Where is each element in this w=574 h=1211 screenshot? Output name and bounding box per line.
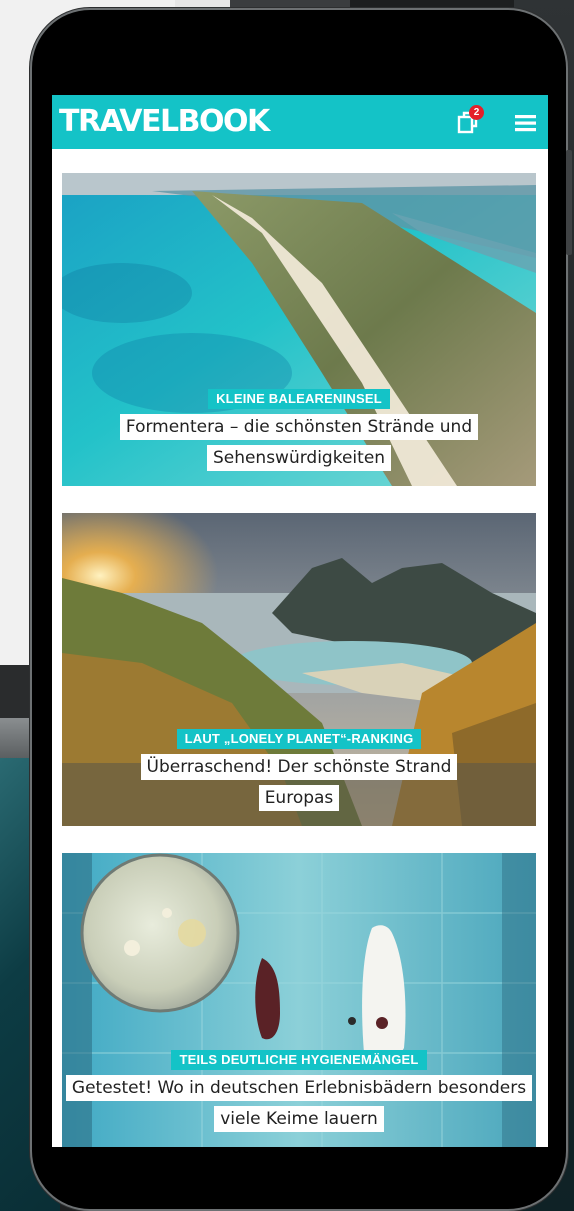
article-card[interactable]: KLEINE BALEARENINSEL Formentera – die sc… xyxy=(62,173,536,486)
notifications-button[interactable]: 2 xyxy=(456,105,484,137)
phone-side-button xyxy=(566,150,572,255)
article-card[interactable]: LAUT „LONELY PLANET“-RANKING Überraschen… xyxy=(62,513,536,826)
article-card[interactable]: TEILS DEUTLICHE HYGIENEMÄNGEL Getestet! … xyxy=(62,853,536,1147)
site-header: TRAVELBOOK 2 xyxy=(52,95,548,149)
article-caption: KLEINE BALEARENINSEL Formentera – die sc… xyxy=(62,388,536,474)
article-caption: LAUT „LONELY PLANET“-RANKING Überraschen… xyxy=(62,728,536,814)
menu-icon xyxy=(515,115,536,132)
article-title[interactable]: Überraschend! Der schönste Strand Europa… xyxy=(140,754,458,811)
article-title[interactable]: Getestet! Wo in deutschen Erlebnisbädern… xyxy=(65,1075,533,1132)
article-title[interactable]: Formentera – die schönsten Strände und S… xyxy=(119,414,479,471)
notification-badge: 2 xyxy=(469,105,484,120)
article-kicker: TEILS DEUTLICHE HYGIENEMÄNGEL xyxy=(171,1050,427,1070)
article-caption: TEILS DEUTLICHE HYGIENEMÄNGEL Getestet! … xyxy=(62,1049,536,1135)
article-kicker: KLEINE BALEARENINSEL xyxy=(208,389,390,409)
article-kicker: LAUT „LONELY PLANET“-RANKING xyxy=(176,729,422,749)
menu-button[interactable] xyxy=(512,109,540,137)
phone-screen: TRAVELBOOK 2 KLEINE BALEARENINSEL Formen… xyxy=(52,95,548,1147)
travelbook-logo[interactable]: TRAVELBOOK xyxy=(59,104,270,140)
